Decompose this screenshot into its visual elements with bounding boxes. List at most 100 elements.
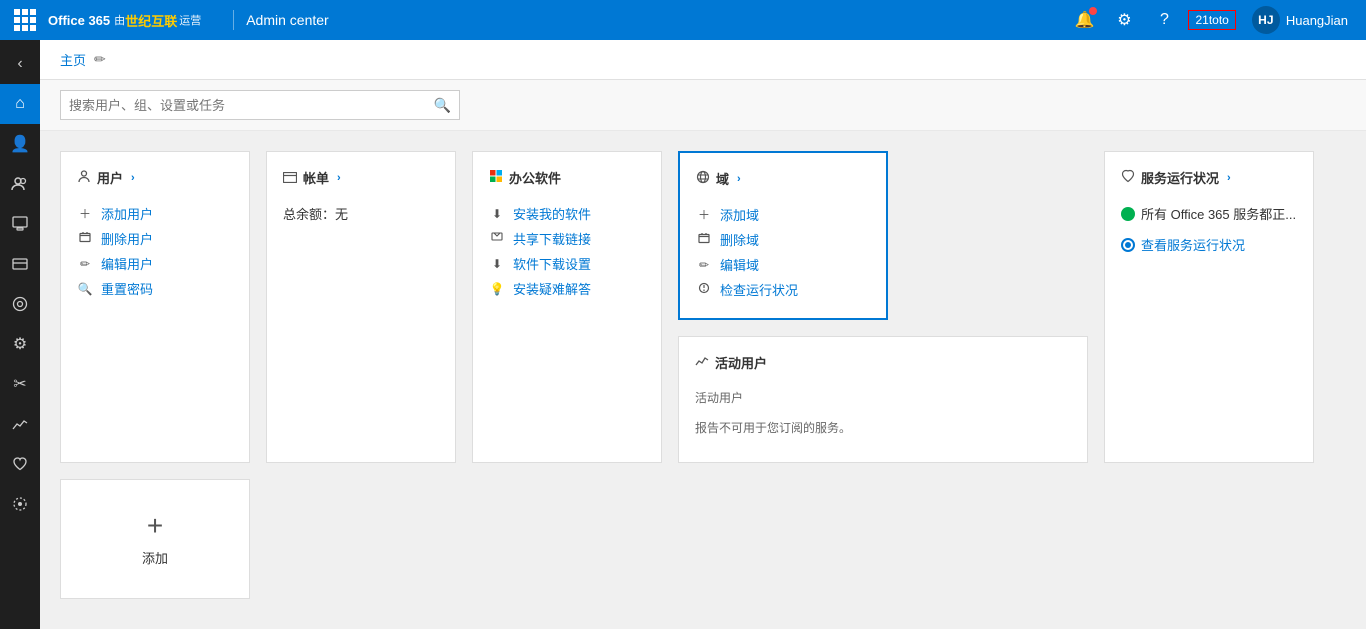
card-domain-delete[interactable]: 删除域 (696, 227, 870, 252)
edit-domain-label: 编辑域 (720, 255, 759, 274)
sidebar-item-groups[interactable] (0, 164, 40, 204)
sidebar-item-support[interactable] (0, 284, 40, 324)
card-office-share[interactable]: 共享下载链接 (489, 226, 645, 251)
search-input[interactable] (69, 98, 434, 113)
brand-office-label: Office 365 (48, 13, 110, 28)
card-billing-title: 帐单 (303, 168, 329, 187)
add-domain-label: 添加域 (720, 205, 759, 224)
card-domain-check[interactable]: 检查运行状况 (696, 277, 870, 302)
dashboard: 用户 › ＋ 添加用户 删除用户 (40, 131, 1366, 619)
card-users-header[interactable]: 用户 › (77, 168, 233, 187)
install-label: 安装我的软件 (513, 204, 591, 223)
search-bar: 🔍 (40, 80, 1366, 131)
card-service-status-header[interactable]: 服务运行状况 › (1121, 168, 1297, 187)
add-domain-icon: ＋ (696, 206, 712, 223)
tenant-id-box[interactable]: 21toto (1188, 10, 1235, 30)
card-users-edit[interactable]: ✏ 编辑用户 (77, 251, 233, 276)
download-settings-label: 软件下载设置 (513, 254, 591, 273)
edit-user-label: 编辑用户 (101, 254, 153, 273)
user-menu[interactable]: HJ HuangJian (1244, 2, 1356, 38)
sidebar-item-billing[interactable] (0, 244, 40, 284)
add-tile-plus: + (147, 512, 163, 540)
service-status-icon (1121, 169, 1135, 186)
settings-button[interactable]: ⚙ (1108, 4, 1140, 36)
card-service-status: 服务运行状况 › 所有 Office 365 服务都正... 查看服务运行状况 (1104, 151, 1314, 463)
card-domain: 域 › ＋ 添加域 (678, 151, 888, 320)
delete-user-icon (77, 231, 93, 246)
brand-partner-label: 世纪互联 (125, 11, 177, 30)
add-tile-label: 添加 (142, 548, 168, 567)
card-office-software: 办公软件 ⬇ 安装我的软件 共享下载链接 ⬇ (472, 151, 662, 463)
card-service-status-arrow: › (1227, 172, 1231, 184)
user-avatar: HJ (1252, 6, 1280, 34)
card-users-reset[interactable]: 🔍 重置密码 (77, 276, 233, 301)
cards-row-2: + 添加 (60, 479, 1346, 599)
sidebar-item-health[interactable] (0, 444, 40, 484)
card-office-install[interactable]: ⬇ 安装我的软件 (489, 201, 645, 226)
main-content: 主页 ✏ 🔍 用户 › (40, 40, 1366, 629)
office-card-icon (489, 169, 503, 186)
sidebar-item-resources[interactable] (0, 204, 40, 244)
card-domain-header[interactable]: 域 › (696, 169, 870, 188)
reset-password-icon: 🔍 (77, 282, 93, 296)
app-launcher[interactable] (14, 9, 36, 31)
check-domain-label: 检查运行状况 (720, 280, 798, 299)
service-status-ok-label: 所有 Office 365 服务都正... (1141, 204, 1296, 223)
username-label: HuangJian (1286, 13, 1348, 28)
edit-domain-icon: ✏ (696, 258, 712, 272)
help-button[interactable]: ? (1148, 4, 1180, 36)
breadcrumb-bar: 主页 ✏ (40, 40, 1366, 80)
active-users-icon (695, 354, 709, 371)
sidebar-item-reports[interactable] (0, 404, 40, 444)
grid-menu-icon[interactable] (10, 5, 40, 35)
card-office-title: 办公软件 (509, 168, 561, 187)
brand-by-label: 由 (114, 12, 125, 28)
troubleshoot-icon: 💡 (489, 282, 505, 296)
card-domain-edit[interactable]: ✏ 编辑域 (696, 252, 870, 277)
billing-balance: 总余额：无 (283, 201, 439, 226)
users-card-icon (77, 169, 91, 186)
topbar: Office 365 由 世纪互联 运营 Admin center 🔔 ⚙ ? … (0, 0, 1366, 40)
card-office-download-settings[interactable]: ⬇ 软件下载设置 (489, 251, 645, 276)
sidebar-item-users[interactable]: 👤 (0, 124, 40, 164)
service-status-ok-row: 所有 Office 365 服务都正... (1121, 201, 1297, 226)
card-office-troubleshoot[interactable]: 💡 安装疑难解答 (489, 276, 645, 301)
card-active-users-header: 活动用户 (695, 353, 1071, 372)
troubleshoot-label: 安装疑难解答 (513, 279, 591, 298)
status-green-dot (1121, 207, 1135, 221)
sidebar-item-settings[interactable]: ⚙ (0, 324, 40, 364)
sidebar-item-tools[interactable]: ✂ (0, 364, 40, 404)
reset-password-label: 重置密码 (101, 279, 153, 298)
brand-ops-label: 运营 (179, 12, 201, 28)
breadcrumb-home[interactable]: 主页 (60, 50, 86, 69)
cards-row-1: 用户 › ＋ 添加用户 删除用户 (60, 151, 1346, 463)
card-users-arrow: › (131, 172, 135, 184)
sidebar-item-admin-centers[interactable] (0, 484, 40, 524)
service-status-view-label: 查看服务运行状况 (1141, 235, 1245, 254)
card-users: 用户 › ＋ 添加用户 删除用户 (60, 151, 250, 463)
admin-center-label: Admin center (246, 12, 328, 28)
add-tile[interactable]: + 添加 (60, 479, 250, 599)
breadcrumb-edit-icon[interactable]: ✏ (94, 51, 106, 68)
card-active-users-title: 活动用户 (715, 353, 767, 372)
search-icon[interactable]: 🔍 (434, 97, 451, 114)
domain-card-icon (696, 170, 710, 187)
card-service-status-title: 服务运行状况 (1141, 168, 1219, 187)
notification-button[interactable]: 🔔 (1068, 4, 1100, 36)
card-domain-add[interactable]: ＋ 添加域 (696, 202, 870, 227)
topbar-actions: 🔔 ⚙ ? 21toto HJ HuangJian (1068, 2, 1356, 38)
card-users-add[interactable]: ＋ 添加用户 (77, 201, 233, 226)
sidebar: ‹ ⌂ 👤 ⚙ ✂ (0, 40, 40, 629)
edit-user-icon: ✏ (77, 257, 93, 271)
card-users-delete[interactable]: 删除用户 (77, 226, 233, 251)
share-label: 共享下载链接 (513, 229, 591, 248)
add-user-label: 添加用户 (101, 204, 153, 223)
service-status-link-row[interactable]: 查看服务运行状况 (1121, 232, 1297, 257)
card-users-title: 用户 (97, 168, 123, 187)
sidebar-item-collapse[interactable]: ‹ (0, 44, 40, 84)
domain-active-col: 域 › ＋ 添加域 (678, 151, 1088, 463)
notification-badge (1089, 7, 1097, 15)
active-users-subtitle: 活动用户 (695, 386, 1071, 409)
card-billing-header[interactable]: 帐单 › (283, 168, 439, 187)
sidebar-item-home[interactable]: ⌂ (0, 84, 40, 124)
